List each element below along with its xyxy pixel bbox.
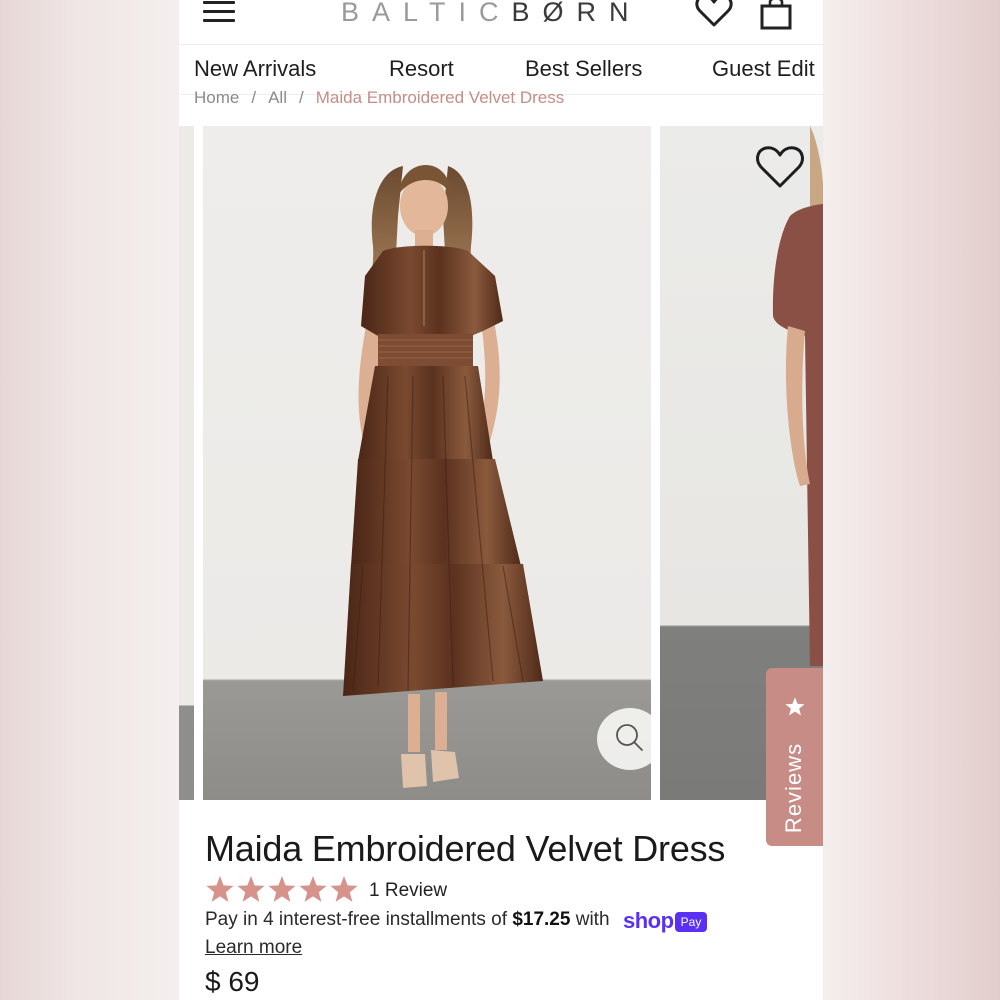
- nav-item-new-arrivals[interactable]: New Arrivals: [194, 56, 316, 82]
- zoom-icon: [616, 724, 643, 751]
- shop-pay-badge: Pay: [675, 912, 707, 932]
- installment-amount: $17.25: [512, 909, 571, 930]
- phone-screen: BALTICBØRN New Arrivals Resort Best Sell…: [179, 0, 823, 1000]
- model-in-velvet-dress-image: [343, 165, 543, 788]
- breadcrumb-home[interactable]: Home: [194, 88, 239, 107]
- star-icon: [268, 876, 296, 902]
- header: BALTICBØRN: [179, 0, 823, 44]
- breadcrumb-separator: /: [299, 88, 304, 107]
- reviews-tab[interactable]: Reviews: [766, 668, 823, 846]
- zoom-button[interactable]: [597, 708, 651, 770]
- gallery-main-slide[interactable]: [203, 126, 651, 800]
- add-to-wishlist-heart-icon[interactable]: [755, 144, 805, 190]
- star-icon: [330, 876, 358, 902]
- gallery-previous-slide[interactable]: [179, 126, 194, 800]
- star-icon: [237, 876, 265, 902]
- product-title: Maida Embroidered Velvet Dress: [205, 828, 726, 869]
- breadcrumb: Home / All / Maida Embroidered Velvet Dress: [194, 88, 564, 110]
- product-price: $ 69: [205, 966, 260, 997]
- breadcrumb-current: Maida Embroidered Velvet Dress: [315, 88, 565, 107]
- menu-icon[interactable]: [203, 0, 235, 24]
- header-divider: [179, 44, 823, 45]
- star-icon: [206, 876, 234, 902]
- nav-item-best-sellers[interactable]: Best Sellers: [525, 56, 642, 82]
- reviews-tab-label: Reviews: [781, 742, 806, 834]
- breadcrumb-separator: /: [251, 88, 257, 107]
- star-icon: [299, 876, 327, 902]
- installments-text: Pay in 4 interest-free installments of $…: [205, 909, 610, 930]
- shop-pay-logo: shop: [623, 908, 674, 933]
- nav-item-guest-edit[interactable]: Guest Edit: [712, 56, 815, 82]
- wishlist-heart-icon[interactable]: [695, 0, 733, 28]
- review-count-link[interactable]: 1 Review: [369, 880, 447, 902]
- product-image-gallery[interactable]: [179, 126, 823, 800]
- brand-logo[interactable]: BALTICBØRN: [341, 0, 661, 30]
- breadcrumb-all[interactable]: All: [268, 88, 287, 107]
- nav-item-resort[interactable]: Resort: [389, 56, 454, 82]
- shopping-bag-icon[interactable]: [759, 0, 793, 30]
- learn-more-link[interactable]: Learn more: [205, 937, 302, 959]
- rating-stars: [206, 876, 358, 902]
- category-nav: New Arrivals Resort Best Sellers Guest E…: [179, 48, 823, 92]
- star-icon: [785, 697, 805, 716]
